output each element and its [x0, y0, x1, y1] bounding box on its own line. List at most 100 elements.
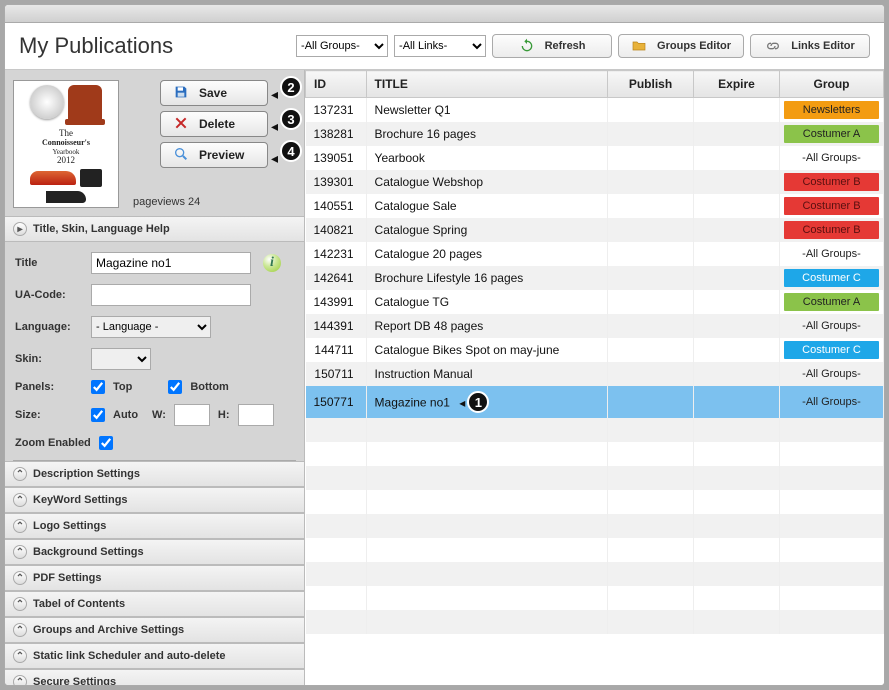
section-keyword-settings[interactable]: ⌃KeyWord Settings: [5, 487, 304, 513]
cell-expire: [694, 146, 780, 170]
thumb-bag-graphic: [80, 169, 102, 187]
panels-top-label: Top: [113, 381, 132, 393]
title-label: Title: [15, 257, 85, 269]
size-auto-checkbox[interactable]: [91, 408, 105, 422]
cell-id: 137231: [306, 98, 367, 123]
section-static-link-scheduler-and-auto-delete[interactable]: ⌃Static link Scheduler and auto-delete: [5, 643, 304, 669]
section-label: PDF Settings: [33, 572, 101, 584]
section-tabel-of-contents[interactable]: ⌃ Tabel of Contents: [5, 591, 304, 617]
cell-publish: [608, 98, 694, 123]
panels-top-checkbox[interactable]: [91, 380, 105, 394]
language-select[interactable]: - Language -: [91, 316, 211, 338]
table-row[interactable]: 138281Brochure 16 pagesCostumer A: [306, 122, 884, 146]
section-secure-settings[interactable]: ⌃Secure Settings: [5, 669, 304, 685]
table-row[interactable]: 137231Newsletter Q1Newsletters: [306, 98, 884, 123]
table-row[interactable]: 144391Report DB 48 pages-All Groups-: [306, 314, 884, 338]
panels-bottom-checkbox[interactable]: [168, 380, 182, 394]
section-background-settings[interactable]: ⌃Background Settings: [5, 539, 304, 565]
cell-title: Catalogue Sale: [366, 194, 607, 218]
sidebar: TheConnoisseur'sYearbook2012 Save: [5, 70, 305, 685]
cell-expire: [694, 386, 780, 418]
col-group[interactable]: Group: [780, 71, 884, 98]
cell-id: 144711: [306, 338, 367, 362]
section-logo-settings[interactable]: ⌃Logo Settings: [5, 513, 304, 539]
section-description-settings[interactable]: ⌃Description Settings: [5, 461, 304, 487]
cell-id: 150711: [306, 362, 367, 386]
table-row[interactable]: 143991Catalogue TGCostumer A: [306, 290, 884, 314]
preview-icon: [173, 146, 189, 165]
size-w-input[interactable]: [174, 404, 210, 426]
callout-3: 3: [280, 108, 302, 130]
size-h-label: H:: [218, 409, 230, 421]
links-select[interactable]: -All Links-: [394, 35, 486, 57]
size-w-label: W:: [152, 409, 166, 421]
publication-thumbnail: TheConnoisseur'sYearbook2012: [13, 80, 119, 208]
callout-4-arrow: ◂: [271, 150, 278, 167]
cell-title: Newsletter Q1: [366, 98, 607, 123]
thumb-chair-graphic: [68, 85, 102, 125]
delete-button[interactable]: Delete: [160, 111, 268, 137]
panels-label: Panels:: [15, 381, 85, 393]
cell-expire: [694, 170, 780, 194]
col-title[interactable]: TITLE: [366, 71, 607, 98]
groups-editor-button[interactable]: Groups Editor: [618, 34, 744, 58]
section-title-skin-language[interactable]: ▸ Title, Skin, Language Help: [5, 216, 304, 242]
section-pdf-settings[interactable]: ⌃ PDF Settings: [5, 565, 304, 591]
cell-group: Costumer C: [780, 338, 884, 362]
col-publish[interactable]: Publish: [608, 71, 694, 98]
table-row[interactable]: 142231Catalogue 20 pages-All Groups-: [306, 242, 884, 266]
title-input[interactable]: [91, 252, 251, 274]
cell-group: Costumer C: [780, 266, 884, 290]
section-label: Static link Scheduler and auto-delete: [33, 650, 226, 662]
cell-group: -All Groups-: [780, 242, 884, 266]
table-row[interactable]: 144711Catalogue Bikes Spot on may-juneCo…: [306, 338, 884, 362]
cell-publish: [608, 242, 694, 266]
zoom-enabled-label: Zoom Enabled: [15, 437, 91, 449]
section-label: Tabel of Contents: [33, 598, 125, 610]
ua-code-input[interactable]: [91, 284, 251, 306]
cell-title: Brochure 16 pages: [366, 122, 607, 146]
skin-select[interactable]: [91, 348, 151, 370]
table-row[interactable]: 150771Magazine no1 ◂1-All Groups-: [306, 386, 884, 418]
size-h-input[interactable]: [238, 404, 274, 426]
cell-publish: [608, 314, 694, 338]
cell-expire: [694, 98, 780, 123]
section-groups-and-archive-settings[interactable]: ⌃Groups and Archive Settings: [5, 617, 304, 643]
info-icon[interactable]: i: [263, 254, 281, 272]
table-row[interactable]: 139051Yearbook-All Groups-: [306, 146, 884, 170]
expand-icon: ⌃: [13, 571, 27, 585]
panel-title-skin-language: Title i UA-Code: Language: - Language - …: [5, 242, 304, 456]
col-expire[interactable]: Expire: [694, 71, 780, 98]
callout-2: 2: [280, 76, 302, 98]
cell-title: Yearbook: [366, 146, 607, 170]
refresh-icon: [519, 38, 535, 54]
links-editor-button[interactable]: Links Editor: [750, 34, 870, 58]
cell-expire: [694, 194, 780, 218]
expand-icon: ⌃: [13, 597, 27, 611]
cell-id: 144391: [306, 314, 367, 338]
col-id[interactable]: ID: [306, 71, 367, 98]
header-bar: My Publications -All Groups- -All Links-…: [5, 23, 884, 70]
preview-button[interactable]: Preview: [160, 142, 268, 168]
table-row-empty: [306, 418, 884, 442]
pageviews: pageviews 24: [127, 196, 200, 208]
cell-publish: [608, 194, 694, 218]
zoom-enabled-checkbox[interactable]: [99, 436, 113, 450]
skin-label: Skin:: [15, 353, 85, 365]
cell-group: -All Groups-: [780, 314, 884, 338]
groups-select[interactable]: -All Groups-: [296, 35, 388, 57]
table-row[interactable]: 150711Instruction Manual-All Groups-: [306, 362, 884, 386]
expand-icon: ⌃: [13, 675, 27, 685]
section-label: Groups and Archive Settings: [33, 624, 184, 636]
table-row[interactable]: 140821Catalogue SpringCostumer B: [306, 218, 884, 242]
cell-title: Brochure Lifestyle 16 pages: [366, 266, 607, 290]
refresh-button[interactable]: Refresh: [492, 34, 612, 58]
table-row[interactable]: 139301Catalogue WebshopCostumer B: [306, 170, 884, 194]
table-row[interactable]: 142641Brochure Lifestyle 16 pagesCostume…: [306, 266, 884, 290]
section-title-skin-language-label: Title, Skin, Language Help: [33, 223, 170, 235]
save-button[interactable]: Save: [160, 80, 268, 106]
refresh-label: Refresh: [545, 40, 586, 52]
table-row[interactable]: 140551Catalogue SaleCostumer B: [306, 194, 884, 218]
language-label: Language:: [15, 321, 85, 333]
cell-id: 143991: [306, 290, 367, 314]
